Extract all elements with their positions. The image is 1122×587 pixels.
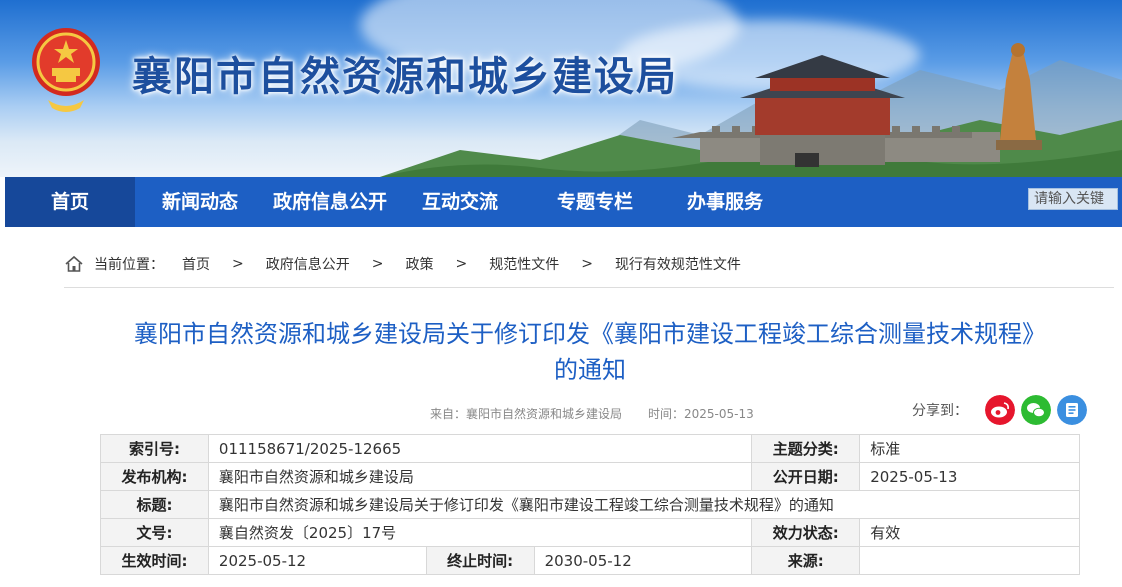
table-row: 索引号: 011158671/2025-12665 主题分类: 标准 (100, 434, 1080, 463)
breadcrumb-item-policy[interactable]: 政策 (405, 254, 433, 274)
nav-item-gov-info[interactable]: 政府信息公开 (265, 177, 395, 227)
table-row: 生效时间: 2025-05-12 终止时间: 2030-05-12 来源: (100, 546, 1080, 575)
wechat-share-icon[interactable] (1021, 395, 1051, 425)
breadcrumb-separator: > (371, 256, 384, 272)
table-row: 文号: 襄自然资发〔2025〕17号 效力状态: 有效 (100, 518, 1080, 547)
nav-item-topics[interactable]: 专题专栏 (540, 177, 650, 227)
breadcrumb-label: 当前位置： (94, 257, 164, 273)
docno-label: 文号: (100, 518, 209, 547)
topic-label: 主题分类: (751, 434, 861, 463)
breadcrumb-separator: > (581, 256, 593, 272)
title-label: 标题: (100, 490, 209, 519)
breadcrumb-separator: > (455, 256, 468, 272)
breadcrumb-item-normative-docs[interactable]: 规范性文件 (489, 254, 559, 274)
title-value: 襄阳市自然资源和城乡建设局关于修订印发《襄阳市建设工程竣工综合测量技术规程》的通… (207, 490, 1081, 519)
nav-item-interaction[interactable]: 互动交流 (410, 177, 510, 227)
docno-value: 襄自然资发〔2025〕17号 (207, 518, 753, 547)
publisher-value: 襄阳市自然资源和城乡建设局 (207, 462, 753, 491)
article-source: 来自：襄阳市自然资源和城乡建设局 (430, 407, 623, 421)
effective-label: 生效时间: (100, 546, 209, 575)
origin-label: 来源: (751, 546, 861, 575)
page-title-line1: 襄阳市自然资源和城乡建设局关于修订印发《襄阳市建设工程竣工综合测量技术规程》 (134, 320, 1046, 348)
publisher-label: 发布机构: (100, 462, 209, 491)
end-label: 终止时间: (425, 546, 535, 575)
pubdate-value: 2025-05-13 (859, 462, 1080, 491)
weibo-share-icon[interactable] (985, 395, 1015, 425)
table-row: 标题: 襄阳市自然资源和城乡建设局关于修订印发《襄阳市建设工程竣工综合测量技术规… (100, 490, 1081, 519)
index-label: 索引号: (100, 434, 209, 463)
end-value: 2030-05-12 (533, 546, 753, 575)
table-row: 发布机构: 襄阳市自然资源和城乡建设局 公开日期: 2025-05-13 (100, 462, 1080, 491)
breadcrumb: 当前位置： 首页 > 政府信息公开 > 政策 > 规范性文件 > 现行有效规范性… (64, 252, 741, 276)
topic-value: 标准 (859, 434, 1080, 463)
breadcrumb-divider (64, 287, 1114, 288)
share-label: 分享到： (912, 403, 968, 419)
page-title: 襄阳市自然资源和城乡建设局关于修订印发《襄阳市建设工程竣工综合测量技术规程》 的… (80, 316, 1100, 388)
effective-value: 2025-05-12 (207, 546, 427, 575)
status-label: 效力状态: (751, 518, 861, 547)
nav-item-home[interactable]: 首页 (5, 177, 135, 227)
pubdate-label: 公开日期: (751, 462, 861, 491)
breadcrumb-item-current-docs[interactable]: 现行有效规范性文件 (615, 254, 741, 274)
header-banner: 襄阳市自然资源和城乡建设局 (0, 0, 1122, 177)
index-value: 011158671/2025-12665 (207, 434, 753, 463)
site-title: 襄阳市自然资源和城乡建设局 (132, 54, 678, 100)
document-info-table: 索引号: 011158671/2025-12665 主题分类: 标准 发布机构:… (100, 434, 1081, 575)
breadcrumb-item-home[interactable]: 首页 (182, 254, 210, 274)
breadcrumb-separator: > (232, 256, 244, 272)
nav-item-services[interactable]: 办事服务 (670, 177, 780, 227)
main-nav: 首页 新闻动态 政府信息公开 互动交流 专题专栏 办事服务 请输入关键 (5, 177, 1122, 227)
breadcrumb-item-gov-info[interactable]: 政府信息公开 (266, 254, 350, 274)
search-input[interactable]: 请输入关键 (1028, 188, 1118, 210)
qzone-share-icon[interactable] (1057, 395, 1087, 425)
page-title-line2: 的通知 (554, 356, 626, 384)
national-emblem-icon (32, 28, 100, 112)
home-icon (65, 255, 83, 272)
article-time: 时间：2025-05-13 (648, 407, 754, 421)
origin-value (859, 546, 1080, 575)
nav-item-news[interactable]: 新闻动态 (145, 177, 255, 227)
status-value: 有效 (859, 518, 1080, 547)
